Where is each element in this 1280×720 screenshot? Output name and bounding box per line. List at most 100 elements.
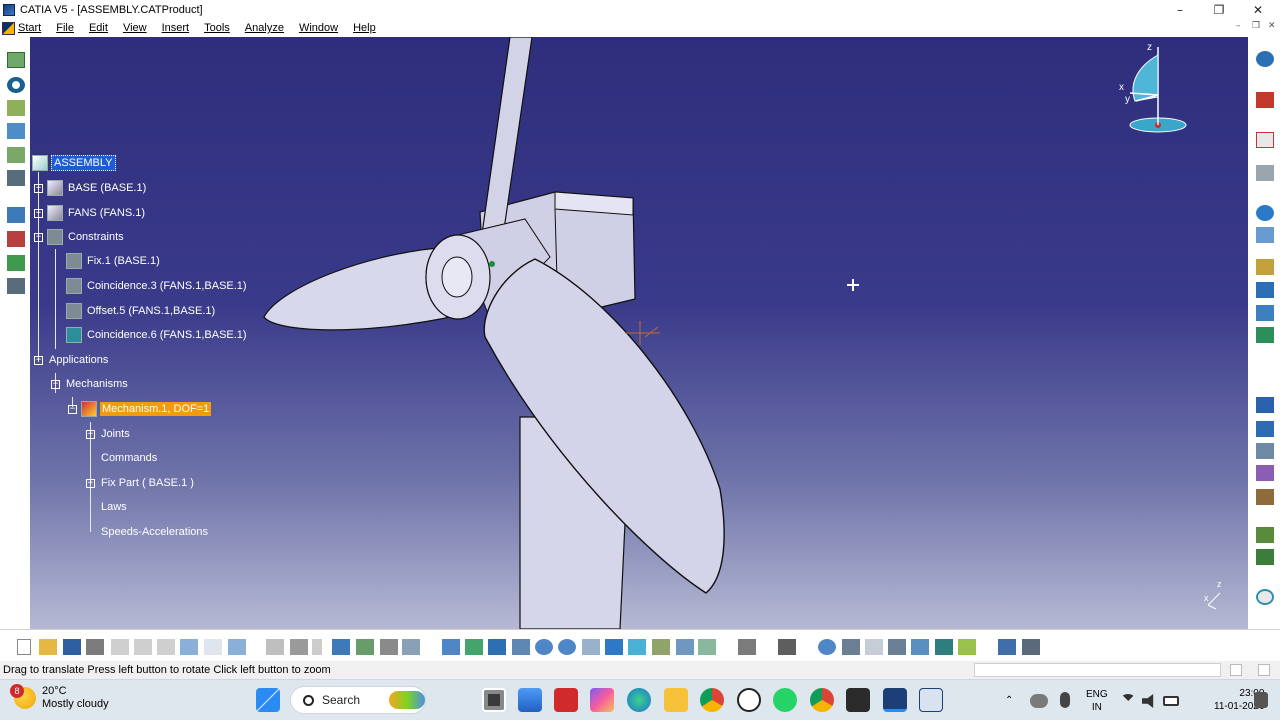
tree-node-fixpart[interactable]: + Fix Part ( BASE.1 ) xyxy=(86,474,196,492)
tree-node-mechanisms[interactable]: − Mechanisms xyxy=(51,375,130,393)
terminal-icon[interactable] xyxy=(846,688,870,712)
collapse-icon[interactable]: − xyxy=(34,355,43,365)
windows-start-icon[interactable] xyxy=(256,688,280,712)
mdi-close-button[interactable]: ✕ xyxy=(1268,21,1276,31)
camera-icon[interactable] xyxy=(778,639,796,655)
tree-node-applications[interactable]: − Applications xyxy=(34,351,110,369)
tree-node-constraints[interactable]: − Constraints xyxy=(34,228,126,246)
hide-show-icon[interactable] xyxy=(676,639,694,655)
app-l-icon[interactable] xyxy=(554,688,578,712)
iso-view-icon[interactable] xyxy=(628,639,646,655)
refresh-icon[interactable] xyxy=(1256,589,1274,605)
chatgpt-icon[interactable] xyxy=(737,688,761,712)
rotate-view-icon[interactable] xyxy=(512,639,530,655)
cylindrical-joint-icon[interactable] xyxy=(7,147,25,163)
tree-node-speeds[interactable]: Speeds-Accelerations xyxy=(99,523,210,541)
menu-view[interactable]: View xyxy=(123,22,156,34)
menu-start[interactable]: Start xyxy=(0,21,47,35)
multi-view-icon[interactable] xyxy=(605,639,623,655)
cut-icon[interactable] xyxy=(111,639,129,655)
tree-node-assembly[interactable]: ASSEMBLY xyxy=(32,154,116,172)
3d-viewport[interactable]: x y z x z ASSEMBLY + BASE (BASE.1) + FAN… xyxy=(30,37,1248,629)
tree-node-base[interactable]: + BASE (BASE.1) xyxy=(34,179,148,197)
mdi-restore-button[interactable]: ❐ xyxy=(1252,21,1260,31)
simulation-play-icon[interactable] xyxy=(998,639,1016,655)
print-icon[interactable] xyxy=(86,639,104,655)
target-icon[interactable] xyxy=(818,639,836,655)
battery-icon[interactable] xyxy=(1163,696,1179,706)
store-icon[interactable] xyxy=(518,688,542,712)
catia-second-icon[interactable] xyxy=(919,688,943,712)
close-button[interactable]: ✕ xyxy=(1238,0,1278,19)
fit-all-icon[interactable] xyxy=(465,639,483,655)
rules-icon[interactable] xyxy=(290,639,308,655)
catia-taskbar-icon[interactable] xyxy=(883,688,907,712)
menu-tools[interactable]: Tools xyxy=(204,22,239,34)
mouse-icon[interactable] xyxy=(380,639,398,655)
weather-widget[interactable]: 8 20°C Mostly cloudy xyxy=(10,684,109,711)
tree-node-commands[interactable]: Commands xyxy=(99,449,159,467)
tools-icon[interactable] xyxy=(1256,489,1274,505)
chrome-icon[interactable] xyxy=(700,688,724,712)
tree-node-mechanism1[interactable]: − Mechanism.1, DOF=1 xyxy=(68,400,212,418)
measure-icon[interactable] xyxy=(402,639,420,655)
drive-icon[interactable] xyxy=(1256,327,1274,343)
menu-edit[interactable]: Edit xyxy=(89,22,117,34)
revolute-joint-icon[interactable] xyxy=(7,100,25,116)
assembly-icon[interactable] xyxy=(1256,227,1274,243)
new-file-icon[interactable] xyxy=(17,639,31,655)
tree-node-coincidence6[interactable]: Coincidence.6 (FANS.1,BASE.1) xyxy=(66,326,249,344)
language-indicator[interactable]: ENG IN xyxy=(1086,680,1108,720)
anchor-icon[interactable] xyxy=(1256,282,1274,298)
expand-icon[interactable]: + xyxy=(34,183,43,193)
help-icon[interactable] xyxy=(228,639,246,655)
wifi-icon[interactable] xyxy=(1120,694,1136,708)
menu-window[interactable]: Window xyxy=(299,22,347,34)
onedrive-icon[interactable] xyxy=(1030,694,1048,708)
catalog-icon[interactable] xyxy=(356,639,374,655)
mechanism-icon[interactable] xyxy=(7,52,25,68)
copilot-icon[interactable] xyxy=(590,688,614,712)
edge-icon[interactable] xyxy=(627,688,651,712)
tree-node-laws[interactable]: Laws xyxy=(99,498,129,516)
menu-file[interactable]: File xyxy=(56,22,83,34)
copy-icon[interactable] xyxy=(134,639,152,655)
expand-icon[interactable]: + xyxy=(86,478,95,488)
tree-node-offset5[interactable]: Offset.5 (FANS.1,BASE.1) xyxy=(66,302,217,320)
collapse-icon[interactable]: − xyxy=(68,404,77,414)
pcs-icon[interactable] xyxy=(1256,92,1274,108)
sensors-icon[interactable] xyxy=(7,231,25,247)
menu-help[interactable]: Help xyxy=(353,22,385,34)
table-icon[interactable] xyxy=(332,639,350,655)
taskbar-search[interactable]: Search xyxy=(290,686,426,714)
prismatic-joint-icon[interactable] xyxy=(7,123,25,139)
laws-icon[interactable] xyxy=(7,255,25,271)
trace-icon[interactable] xyxy=(7,278,25,294)
gear-icon[interactable] xyxy=(1256,305,1274,321)
wrench-icon[interactable] xyxy=(1256,465,1274,481)
tree-node-fans[interactable]: + FANS (FANS.1) xyxy=(34,204,147,222)
material-icon[interactable] xyxy=(935,639,953,655)
menu-insert[interactable]: Insert xyxy=(162,22,199,34)
open-folder-icon[interactable] xyxy=(39,639,57,655)
collapse-icon[interactable]: − xyxy=(34,232,43,242)
minimize-button[interactable]: – xyxy=(1160,0,1200,19)
shading-icon[interactable] xyxy=(652,639,670,655)
knowledge-icon[interactable] xyxy=(1256,51,1274,67)
normal-view-icon[interactable] xyxy=(582,639,600,655)
zoom-out-icon[interactable] xyxy=(558,639,576,655)
paste-icon[interactable] xyxy=(157,639,175,655)
volume-icon[interactable] xyxy=(1142,694,1154,708)
undo-icon[interactable] xyxy=(180,639,198,655)
select-arrow-icon[interactable] xyxy=(1256,132,1274,148)
network-icon[interactable] xyxy=(911,639,929,655)
search-view-icon[interactable] xyxy=(888,639,906,655)
rotate-icon[interactable] xyxy=(1256,205,1274,221)
redo-icon[interactable] xyxy=(204,639,222,655)
menu-analyze[interactable]: Analyze xyxy=(245,22,293,34)
tree-node-coincidence3[interactable]: Coincidence.3 (FANS.1,BASE.1) xyxy=(66,277,249,295)
speeds-icon[interactable] xyxy=(7,207,25,223)
power-input-field[interactable] xyxy=(974,663,1221,677)
simulation-icon[interactable] xyxy=(7,77,25,93)
forward-icon[interactable] xyxy=(865,639,883,655)
